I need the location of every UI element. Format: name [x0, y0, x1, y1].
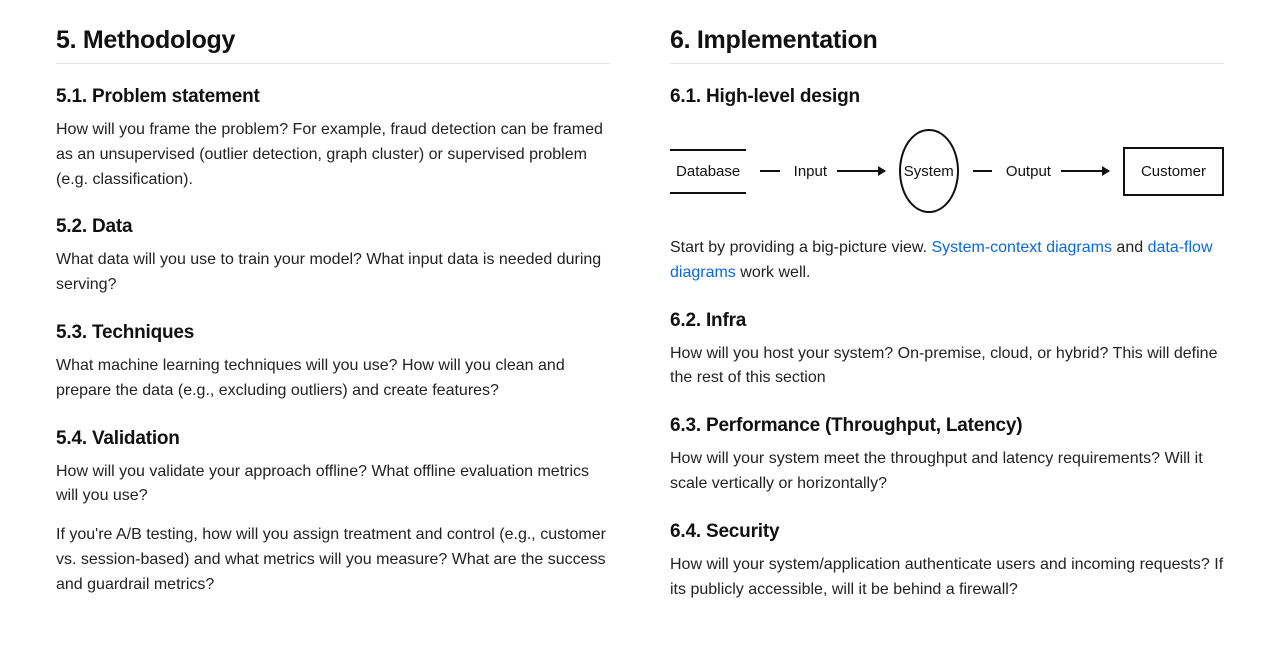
validation-heading: 5.4. Validation — [56, 428, 610, 450]
security-body: How will your system/application authent… — [670, 553, 1224, 603]
data-heading: 5.2. Data — [56, 216, 610, 238]
performance-body: How will your system meet the throughput… — [670, 447, 1224, 497]
arrow-icon — [973, 170, 992, 172]
database-bar-icon — [670, 192, 746, 194]
page-root: 5. Methodology 5.1. Problem statement Ho… — [0, 0, 1280, 646]
validation-body-2: If you're A/B testing, how will you assi… — [56, 523, 610, 597]
hld-intro-post: work well. — [736, 264, 811, 281]
diagram-database-node: Database — [670, 149, 746, 194]
arrow-icon — [760, 170, 779, 172]
performance-heading: 6.3. Performance (Throughput, Latency) — [670, 415, 1224, 437]
validation-body-1: How will you validate your approach offl… — [56, 460, 610, 510]
high-level-design-body: Start by providing a big-picture view. S… — [670, 236, 1224, 286]
high-level-design-heading: 6.1. High-level design — [670, 86, 1224, 108]
diagram-output-label: Output — [1006, 163, 1051, 180]
diagram-input-arrow: Input — [794, 163, 885, 180]
implementation-title: 6. Implementation — [670, 26, 1224, 64]
arrow-right-icon — [1061, 170, 1109, 172]
methodology-title: 5. Methodology — [56, 26, 610, 64]
hld-intro-pre: Start by providing a big-picture view. — [670, 239, 931, 256]
diagram-customer-node: Customer — [1123, 147, 1224, 196]
diagram-output-arrow: Output — [1006, 163, 1109, 180]
diagram-input-label: Input — [794, 163, 827, 180]
security-heading: 6.4. Security — [670, 521, 1224, 543]
diagram-customer-label: Customer — [1141, 163, 1206, 180]
arrow-right-icon — [837, 170, 885, 172]
methodology-column: 5. Methodology 5.1. Problem statement Ho… — [56, 26, 610, 616]
diagram-system-node: System — [899, 129, 958, 213]
hld-mid: and — [1112, 239, 1148, 256]
diagram-system-label: System — [904, 163, 954, 180]
techniques-body: What machine learning techniques will yo… — [56, 354, 610, 404]
high-level-design-diagram: Database Input System Output Customer — [670, 128, 1224, 214]
system-context-diagrams-link[interactable]: System-context diagrams — [931, 239, 1112, 256]
techniques-heading: 5.3. Techniques — [56, 322, 610, 344]
infra-heading: 6.2. Infra — [670, 310, 1224, 332]
implementation-column: 6. Implementation 6.1. High-level design… — [670, 26, 1224, 616]
infra-body: How will you host your system? On-premis… — [670, 342, 1224, 392]
diagram-database-label: Database — [670, 151, 746, 192]
data-body: What data will you use to train your mod… — [56, 248, 610, 298]
problem-statement-heading: 5.1. Problem statement — [56, 86, 610, 108]
problem-statement-body: How will you frame the problem? For exam… — [56, 118, 610, 192]
